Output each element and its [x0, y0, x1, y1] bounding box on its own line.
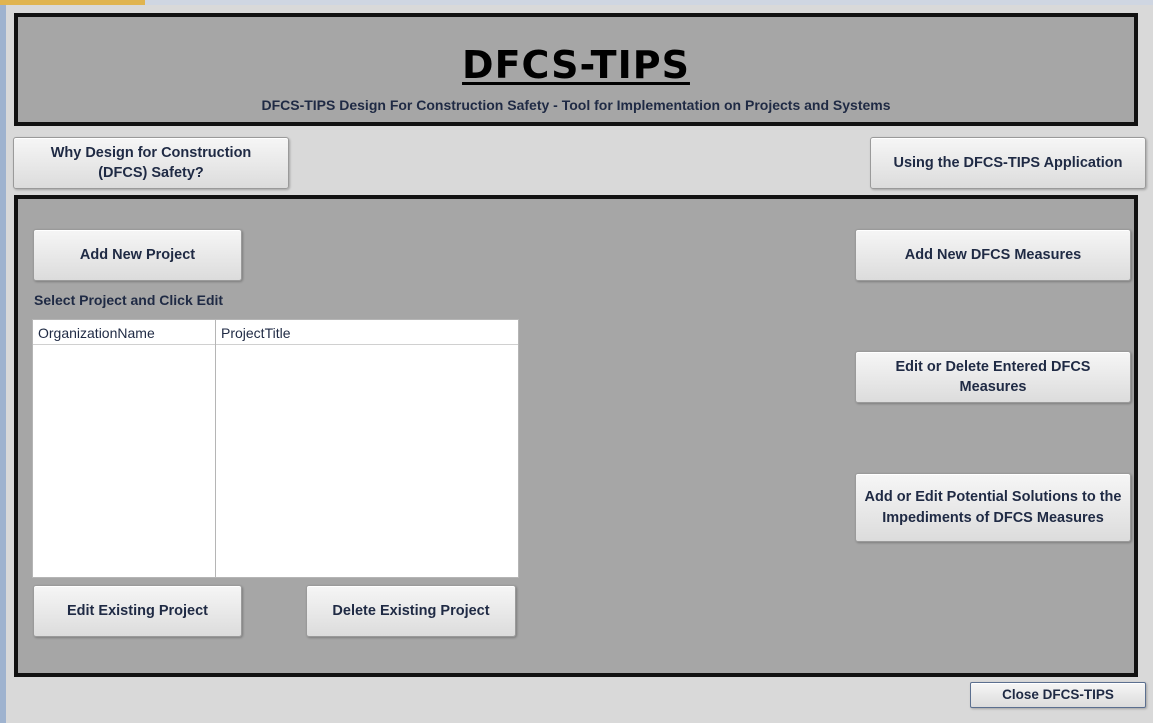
- column-header-project-title[interactable]: ProjectTitle: [221, 325, 291, 341]
- app-subtitle: DFCS-TIPS Design For Construction Safety…: [261, 97, 891, 113]
- column-divider: [215, 320, 216, 577]
- window-top-edge: [0, 0, 1153, 5]
- app-title: DFCS-TIPS: [462, 43, 690, 87]
- add-project-button-label: Add New Project: [79, 246, 196, 263]
- add-measures-button[interactable]: Add New DFCS Measures: [855, 229, 1131, 281]
- why-dfcs-button-label: Why Design for Construction (DFCS) Safet…: [50, 144, 252, 181]
- window-top-accent: [0, 0, 145, 5]
- delete-project-button[interactable]: Delete Existing Project: [306, 585, 516, 637]
- edit-project-button-label: Edit Existing Project: [67, 602, 208, 619]
- why-dfcs-button[interactable]: Why Design for Construction (DFCS) Safet…: [13, 137, 289, 189]
- edit-delete-measures-button[interactable]: Edit or Delete Entered DFCS Measures: [855, 351, 1131, 403]
- edit-project-button[interactable]: Edit Existing Project: [33, 585, 242, 637]
- delete-project-button-label: Delete Existing Project: [332, 602, 490, 619]
- potential-solutions-button[interactable]: Add or Edit Potential Solutions to the I…: [855, 473, 1131, 542]
- using-app-button-label: Using the DFCS-TIPS Application: [893, 154, 1123, 171]
- header-panel: DFCS-TIPS DFCS-TIPS Design For Construct…: [14, 13, 1138, 126]
- add-measures-button-label: Add New DFCS Measures: [904, 246, 1082, 263]
- project-list[interactable]: OrganizationName ProjectTitle: [32, 319, 519, 578]
- select-project-label: Select Project and Click Edit: [34, 292, 224, 308]
- edit-delete-measures-button-label: Edit or Delete Entered DFCS Measures: [895, 358, 1091, 395]
- close-app-button[interactable]: Close DFCS-TIPS: [970, 682, 1146, 708]
- add-project-button[interactable]: Add New Project: [33, 229, 242, 281]
- window-left-edge: [0, 5, 6, 723]
- column-header-organization[interactable]: OrganizationName: [38, 325, 155, 341]
- using-app-button[interactable]: Using the DFCS-TIPS Application: [870, 137, 1146, 189]
- potential-solutions-button-label: Add or Edit Potential Solutions to the I…: [864, 489, 1122, 526]
- column-header-divider: [33, 344, 518, 345]
- close-app-button-label: Close DFCS-TIPS: [1002, 686, 1114, 702]
